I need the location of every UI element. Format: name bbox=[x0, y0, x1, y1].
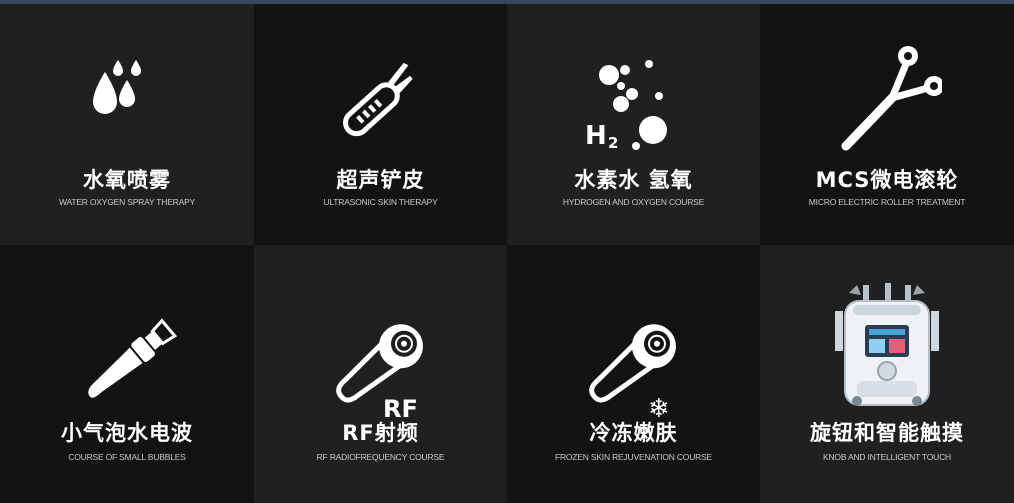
tile-micro-electric-roller: MCS微电滚轮 MICRO ELECTRIC ROLLER TREATMENT bbox=[760, 4, 1014, 245]
small-bubble-wand-icon bbox=[67, 303, 187, 423]
tile-title: 旋钮和智能触摸 bbox=[810, 421, 964, 445]
rf-wand-icon: RF bbox=[321, 303, 441, 423]
tile-title: 超声铲皮 bbox=[336, 168, 425, 192]
tile-rf-radiofrequency: RF RF射频 RF RADIOFREQUENCY COURSE bbox=[254, 245, 507, 503]
tile-subtitle: WATER OXYGEN SPRAY THERAPY bbox=[58, 197, 196, 207]
hydrogen-bubbles-icon: H 2 bbox=[579, 42, 689, 152]
beauty-machine-icon bbox=[827, 281, 947, 411]
feature-grid: 水氧喷雾 WATER OXYGEN SPRAY THERAPY 超声铲皮 ULT… bbox=[0, 4, 1014, 503]
tile-title: MCS微电滚轮 bbox=[815, 168, 959, 192]
tile-subtitle: FROZEN SKIN REJUVENATION COURSE bbox=[554, 452, 713, 462]
tile-hydrogen-oxygen: H 2 水素水 氢氧 HYDROGEN AND OXYGEN COURSE bbox=[507, 4, 760, 245]
tile-subtitle: ULTRASONIC SKIN THERAPY bbox=[323, 197, 438, 207]
tile-subtitle: COURSE OF SMALL BUBBLES bbox=[68, 452, 186, 462]
tile-title: 冷冻嫩肤 bbox=[589, 421, 678, 445]
icon-text: H bbox=[585, 121, 607, 151]
water-drops-icon bbox=[72, 42, 182, 152]
tile-subtitle: MICRO ELECTRIC ROLLER TREATMENT bbox=[808, 197, 966, 207]
icon-subscript: 2 bbox=[608, 134, 618, 152]
tile-title: 水素水 氢氧 bbox=[574, 168, 693, 192]
tile-frozen-skin: ❄ 冷冻嫩肤 FROZEN SKIN REJUVENATION COURSE bbox=[507, 245, 760, 503]
tile-subtitle: HYDROGEN AND OXYGEN COURSE bbox=[562, 197, 705, 207]
tile-water-oxygen-spray: 水氧喷雾 WATER OXYGEN SPRAY THERAPY bbox=[0, 4, 254, 245]
tile-title: 小气泡水电波 bbox=[61, 421, 193, 445]
ultrasonic-spatula-icon bbox=[326, 42, 436, 152]
tile-title: 水氧喷雾 bbox=[83, 168, 171, 192]
tile-knob-touch: 旋钮和智能触摸 KNOB AND INTELLIGENT TOUCH bbox=[760, 245, 1014, 503]
tile-subtitle: RF RADIOFREQUENCY COURSE bbox=[316, 452, 445, 462]
tile-ultrasonic-skin: 超声铲皮 ULTRASONIC SKIN THERAPY bbox=[254, 4, 507, 245]
tile-small-bubbles: 小气泡水电波 COURSE OF SMALL BUBBLES bbox=[0, 245, 254, 503]
tile-title: RF射频 bbox=[342, 421, 419, 445]
micro-current-roller-icon bbox=[832, 42, 942, 152]
tile-subtitle: KNOB AND INTELLIGENT TOUCH bbox=[823, 452, 951, 462]
cryo-wand-icon: ❄ bbox=[574, 303, 694, 423]
